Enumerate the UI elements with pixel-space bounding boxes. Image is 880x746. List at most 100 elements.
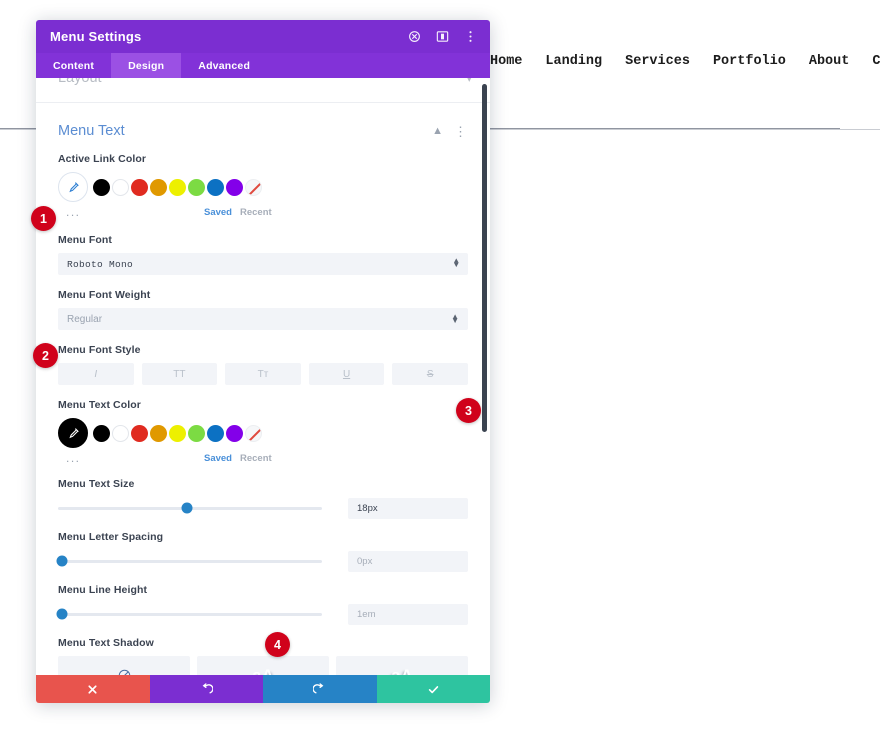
menu-text-size-slider[interactable] [58, 497, 322, 519]
menu-line-height-value[interactable]: 1em [348, 603, 468, 625]
shadow-preset-1-button[interactable]: aA [197, 656, 329, 675]
check-icon [428, 685, 438, 693]
uppercase-button[interactable]: TT [141, 363, 218, 385]
settings-scrollbar[interactable] [482, 84, 487, 432]
swatch-black[interactable] [93, 424, 110, 442]
shadow-preview-glyph: aA [391, 665, 413, 676]
menu-font-style-label: Menu Font Style [58, 344, 141, 356]
slider-knob[interactable] [56, 608, 68, 620]
underline-button[interactable]: U [308, 363, 385, 385]
active-link-color-eyedropper[interactable] [58, 172, 88, 202]
strikethrough-button[interactable]: S [392, 363, 468, 385]
field-menu-text-color: Menu Text Color ... Saved Recent [58, 399, 468, 466]
settings-scroll-area: Layout ▾ Menu Text ▲ ⋮ Active Link Color [36, 78, 490, 675]
swatch-blue[interactable] [207, 178, 224, 196]
menu-text-size-value[interactable]: 18px [348, 497, 468, 519]
slider-knob[interactable] [56, 555, 68, 567]
nav-link-about[interactable]: About [809, 54, 850, 69]
menu-text-shadow-label: Menu Text Shadow [58, 637, 154, 649]
tab-content[interactable]: Content [36, 53, 111, 78]
swatch-red[interactable] [131, 178, 148, 196]
modal-titlebar-actions [407, 29, 478, 44]
chevron-up-icon[interactable]: ▲ [432, 125, 443, 137]
save-button[interactable] [376, 675, 490, 703]
shadow-preset-2-button[interactable]: aA [336, 656, 468, 675]
menu-font-weight-label: Menu Font Weight [58, 289, 151, 301]
section-menu-text-header[interactable]: Menu Text ▲ ⋮ [58, 111, 468, 151]
swatch-green[interactable] [188, 178, 205, 196]
nav-link-portfolio[interactable]: Portfolio [713, 54, 786, 69]
tab-design[interactable]: Design [111, 53, 182, 78]
menu-settings-modal: Menu Settings Content Design Advanced La… [36, 20, 490, 703]
site-main-navigation[interactable]: Home Landing Services Portfolio About Co… [490, 48, 880, 74]
swatch-purple[interactable] [226, 424, 243, 442]
nav-link-landing[interactable]: Landing [545, 54, 602, 69]
recent-colors-tab[interactable]: Recent [240, 207, 272, 218]
cancel-button[interactable] [36, 675, 150, 703]
swatch-white[interactable] [112, 424, 129, 442]
italic-button[interactable]: I [58, 363, 134, 385]
saved-colors-tab[interactable]: Saved [204, 453, 232, 464]
redo-button[interactable] [263, 675, 377, 703]
swatch-white[interactable] [112, 178, 129, 196]
section-layout-collapsed[interactable]: Layout ▾ [36, 78, 490, 92]
swatch-yellow[interactable] [169, 178, 186, 196]
nav-link-contact[interactable]: Contact [872, 54, 880, 69]
menu-line-height-slider[interactable] [56, 603, 322, 625]
menu-line-height-label: Menu Line Height [58, 584, 148, 596]
more-options-icon[interactable]: ⋮ [454, 125, 468, 138]
menu-font-weight-select[interactable]: Regular ▲ ▼ [58, 308, 468, 330]
uppercase-glyph: TT [173, 368, 186, 380]
section-layout-title: Layout [58, 78, 102, 86]
modal-tabs: Content Design Advanced [36, 53, 490, 78]
menu-letter-spacing-control: 0px [56, 550, 468, 572]
tab-advanced[interactable]: Advanced [181, 53, 267, 78]
close-icon[interactable] [407, 29, 422, 44]
chevron-down-icon[interactable]: ▾ [466, 78, 472, 85]
annotation-badge-2: 2 [33, 343, 58, 368]
menu-text-color-eyedropper[interactable] [58, 418, 88, 448]
smallcaps-glyph: Tᴛ [257, 368, 269, 380]
swatch-orange[interactable] [150, 424, 167, 442]
recent-colors-tab[interactable]: Recent [240, 453, 272, 464]
more-colors-button[interactable]: ... [66, 451, 81, 465]
active-link-color-meta: ... Saved Recent [58, 204, 468, 220]
nav-link-services[interactable]: Services [625, 54, 690, 69]
swatch-black[interactable] [93, 178, 110, 196]
swatch-orange[interactable] [150, 178, 167, 196]
swatch-red[interactable] [131, 424, 148, 442]
undo-button[interactable] [149, 675, 263, 703]
more-colors-button[interactable]: ... [66, 205, 81, 219]
layout-toggle-icon[interactable] [435, 29, 450, 44]
saved-colors-tab[interactable]: Saved [204, 207, 232, 218]
menu-text-color-swatches [58, 418, 468, 448]
menu-line-height-control: 1em [56, 603, 468, 625]
swatch-transparent[interactable] [245, 178, 262, 196]
modal-action-bar [36, 675, 490, 703]
menu-letter-spacing-value[interactable]: 0px [348, 550, 468, 572]
smallcaps-button[interactable]: Tᴛ [225, 363, 301, 385]
swatch-green[interactable] [188, 424, 205, 442]
more-options-icon[interactable] [463, 29, 478, 44]
active-link-color-swatches [58, 172, 468, 202]
chevron-updown-icon: ▲ ▼ [451, 311, 459, 325]
annotation-badge-4: 4 [265, 632, 290, 657]
slider-knob[interactable] [181, 502, 193, 514]
active-link-color-label: Active Link Color [58, 153, 147, 165]
menu-font-value: Roboto Mono [67, 258, 134, 270]
field-menu-line-height: Menu Line Height 1em [56, 584, 468, 625]
swatch-yellow[interactable] [169, 424, 186, 442]
nav-link-home[interactable]: Home [490, 54, 522, 69]
swatch-transparent[interactable] [245, 424, 262, 442]
modal-body: Layout ▾ Menu Text ▲ ⋮ Active Link Color [36, 78, 490, 675]
menu-font-style-buttons: I TT Tᴛ U S [58, 363, 468, 385]
shadow-none-button[interactable] [58, 656, 190, 675]
underline-glyph: U [342, 368, 351, 380]
menu-font-select[interactable]: Roboto Mono ▲ ▼ [58, 253, 468, 275]
field-menu-font-weight: Menu Font Weight Regular ▲ ▼ [58, 289, 468, 330]
swatch-blue[interactable] [207, 424, 224, 442]
swatch-purple[interactable] [226, 178, 243, 196]
menu-text-color-label: Menu Text Color [58, 399, 141, 411]
menu-text-color-meta: ... Saved Recent [58, 450, 468, 466]
menu-letter-spacing-slider[interactable] [56, 550, 322, 572]
